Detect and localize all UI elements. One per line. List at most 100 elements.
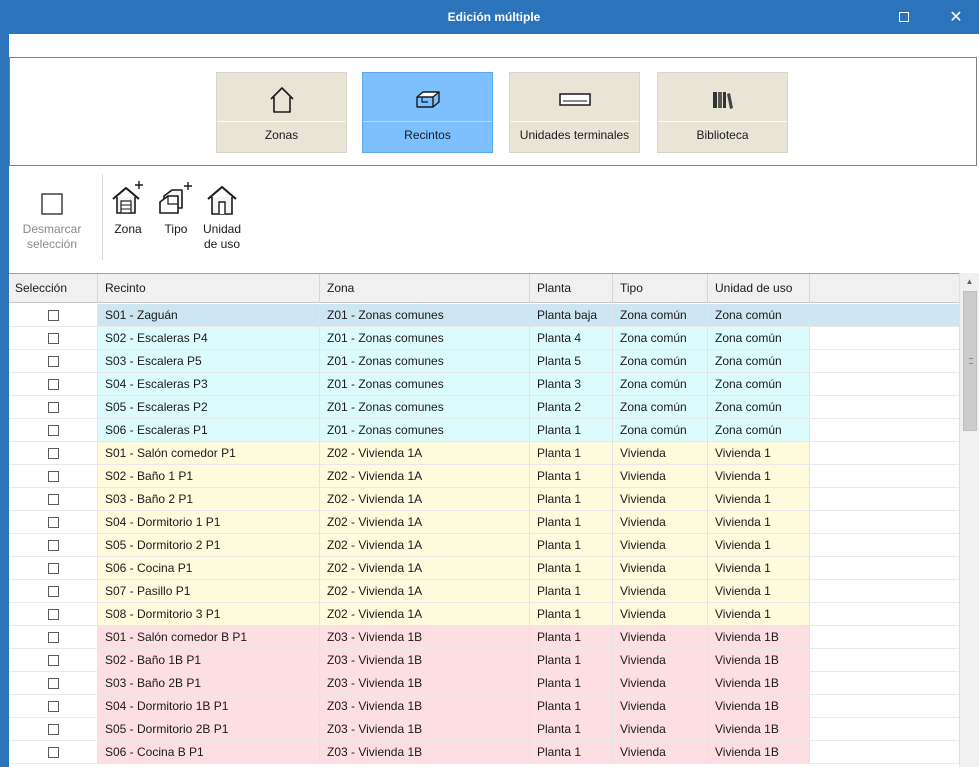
table-row[interactable]: S01 - Salón comedor P1 Z02 - Vivienda 1A P… — [9, 442, 959, 465]
cell-planta[interactable]: Planta 1 — [530, 580, 613, 603]
cell-recinto[interactable]: S01 - Salón comedor P1 — [98, 442, 320, 465]
row-checkbox[interactable] — [47, 447, 59, 459]
cell-unidad-de-uso[interactable]: Vivienda 1B — [708, 649, 810, 672]
cell-planta[interactable]: Planta 1 — [530, 534, 613, 557]
cell-planta[interactable]: Planta 1 — [530, 442, 613, 465]
cell-tipo[interactable]: Zona común — [613, 396, 708, 419]
cell-recinto[interactable]: S05 - Escaleras P2 — [98, 396, 320, 419]
row-checkbox[interactable] — [47, 401, 59, 413]
cell-zona[interactable]: Z01 - Zonas comunes — [320, 396, 530, 419]
cell-unidad-de-uso[interactable]: Vivienda 1 — [708, 580, 810, 603]
cell-unidad-de-uso[interactable]: Zona común — [708, 350, 810, 373]
cell-tipo[interactable]: Vivienda — [613, 488, 708, 511]
cell-tipo[interactable]: Vivienda — [613, 580, 708, 603]
cell-planta[interactable]: Planta 1 — [530, 741, 613, 764]
cell-tipo[interactable]: Zona común — [613, 419, 708, 442]
table-row[interactable]: S02 - Escaleras P4 Z01 - Zonas comunes Pla… — [9, 327, 959, 350]
table-row[interactable]: S06 - Cocina P1 Z02 - Vivienda 1A Planta 1… — [9, 557, 959, 580]
column-header-seleccion[interactable]: Selección — [9, 274, 98, 303]
table-row[interactable]: S01 - Zaguán Z01 - Zonas comunes Planta ba… — [9, 304, 959, 327]
cell-zona[interactable]: Z02 - Vivienda 1A — [320, 488, 530, 511]
cell-unidad-de-uso[interactable]: Vivienda 1 — [708, 603, 810, 626]
zona-button[interactable]: Zona — [107, 166, 149, 237]
cell-zona[interactable]: Z02 - Vivienda 1A — [320, 603, 530, 626]
cell-planta[interactable]: Planta 1 — [530, 419, 613, 442]
cell-unidad-de-uso[interactable]: Vivienda 1 — [708, 534, 810, 557]
cell-unidad-de-uso[interactable]: Zona común — [708, 419, 810, 442]
table-row[interactable]: S08 - Dormitorio 3 P1 Z02 - Vivienda 1A Pl… — [9, 603, 959, 626]
cell-unidad-de-uso[interactable]: Vivienda 1 — [708, 557, 810, 580]
cell-planta[interactable]: Planta 1 — [530, 718, 613, 741]
cell-recinto[interactable]: S06 - Cocina B P1 — [98, 741, 320, 764]
cell-planta[interactable]: Planta 1 — [530, 557, 613, 580]
cell-unidad-de-uso[interactable]: Zona común — [708, 327, 810, 350]
cell-zona[interactable]: Z02 - Vivienda 1A — [320, 511, 530, 534]
cell-zona[interactable]: Z01 - Zonas comunes — [320, 419, 530, 442]
cell-planta[interactable]: Planta 1 — [530, 695, 613, 718]
column-header-recinto[interactable]: Recinto — [98, 274, 320, 303]
row-checkbox[interactable] — [47, 562, 59, 574]
cell-tipo[interactable]: Vivienda — [613, 603, 708, 626]
deselect-selection-button[interactable]: Desmarcar selección — [13, 166, 91, 252]
cell-tipo[interactable]: Zona común — [613, 327, 708, 350]
cell-recinto[interactable]: S06 - Escaleras P1 — [98, 419, 320, 442]
cell-recinto[interactable]: S05 - Dormitorio 2 P1 — [98, 534, 320, 557]
table-row[interactable]: S06 - Escaleras P1 Z01 - Zonas comunes Pla… — [9, 419, 959, 442]
cell-zona[interactable]: Z01 - Zonas comunes — [320, 350, 530, 373]
row-checkbox[interactable] — [47, 654, 59, 666]
cell-unidad-de-uso[interactable]: Vivienda 1 — [708, 511, 810, 534]
cell-unidad-de-uso[interactable]: Zona común — [708, 396, 810, 419]
table-row[interactable]: S04 - Dormitorio 1 P1 Z02 - Vivienda 1A Pl… — [9, 511, 959, 534]
cell-recinto[interactable]: S04 - Escaleras P3 — [98, 373, 320, 396]
cell-zona[interactable]: Z01 - Zonas comunes — [320, 304, 530, 327]
cell-unidad-de-uso[interactable]: Vivienda 1B — [708, 672, 810, 695]
unidad-de-uso-button[interactable]: Unidad de uso — [198, 166, 246, 252]
table-row[interactable]: S06 - Cocina B P1 Z03 - Vivienda 1B Planta… — [9, 741, 959, 764]
cell-tipo[interactable]: Zona común — [613, 304, 708, 327]
cell-unidad-de-uso[interactable]: Vivienda 1B — [708, 741, 810, 764]
row-checkbox[interactable] — [47, 332, 59, 344]
table-row[interactable]: S07 - Pasillo P1 Z02 - Vivienda 1A Planta … — [9, 580, 959, 603]
row-checkbox[interactable] — [47, 539, 59, 551]
cell-zona[interactable]: Z02 - Vivienda 1A — [320, 442, 530, 465]
cell-tipo[interactable]: Vivienda — [613, 695, 708, 718]
cell-tipo[interactable]: Zona común — [613, 350, 708, 373]
table-row[interactable]: S04 - Escaleras P3 Z01 - Zonas comunes Pla… — [9, 373, 959, 396]
row-checkbox[interactable] — [47, 470, 59, 482]
table-row[interactable]: S04 - Dormitorio 1B P1 Z03 - Vivienda 1B P… — [9, 695, 959, 718]
cell-zona[interactable]: Z03 - Vivienda 1B — [320, 626, 530, 649]
cell-planta[interactable]: Planta 1 — [530, 672, 613, 695]
mode-button-zonas[interactable]: Zonas — [216, 72, 347, 153]
cell-zona[interactable]: Z01 - Zonas comunes — [320, 327, 530, 350]
close-button[interactable]: ✕ — [933, 0, 979, 34]
tipo-button[interactable]: Tipo — [156, 166, 196, 237]
cell-tipo[interactable]: Vivienda — [613, 534, 708, 557]
row-checkbox[interactable] — [47, 355, 59, 367]
cell-unidad-de-uso[interactable]: Vivienda 1 — [708, 465, 810, 488]
cell-unidad-de-uso[interactable]: Zona común — [708, 373, 810, 396]
table-row[interactable]: S02 - Baño 1 P1 Z02 - Vivienda 1A Planta 1… — [9, 465, 959, 488]
column-header-planta[interactable]: Planta — [530, 274, 613, 303]
scroll-up-arrow-icon[interactable]: ▲ — [960, 273, 979, 290]
cell-tipo[interactable]: Vivienda — [613, 672, 708, 695]
cell-planta[interactable]: Planta 1 — [530, 603, 613, 626]
row-checkbox[interactable] — [47, 723, 59, 735]
row-checkbox[interactable] — [47, 493, 59, 505]
cell-recinto[interactable]: S02 - Baño 1 P1 — [98, 465, 320, 488]
cell-zona[interactable]: Z02 - Vivienda 1A — [320, 580, 530, 603]
cell-recinto[interactable]: S03 - Baño 2B P1 — [98, 672, 320, 695]
cell-planta[interactable]: Planta 4 — [530, 327, 613, 350]
cell-unidad-de-uso[interactable]: Vivienda 1 — [708, 442, 810, 465]
cell-tipo[interactable]: Vivienda — [613, 511, 708, 534]
cell-tipo[interactable]: Vivienda — [613, 557, 708, 580]
row-checkbox[interactable] — [47, 585, 59, 597]
cell-recinto[interactable]: S03 - Escalera P5 — [98, 350, 320, 373]
table-row[interactable]: S05 - Dormitorio 2 P1 Z02 - Vivienda 1A Pl… — [9, 534, 959, 557]
cell-planta[interactable]: Planta 2 — [530, 396, 613, 419]
cell-zona[interactable]: Z01 - Zonas comunes — [320, 373, 530, 396]
cell-tipo[interactable]: Vivienda — [613, 741, 708, 764]
cell-unidad-de-uso[interactable]: Zona común — [708, 304, 810, 327]
cell-planta[interactable]: Planta 1 — [530, 626, 613, 649]
cell-unidad-de-uso[interactable]: Vivienda 1B — [708, 718, 810, 741]
row-checkbox[interactable] — [47, 677, 59, 689]
